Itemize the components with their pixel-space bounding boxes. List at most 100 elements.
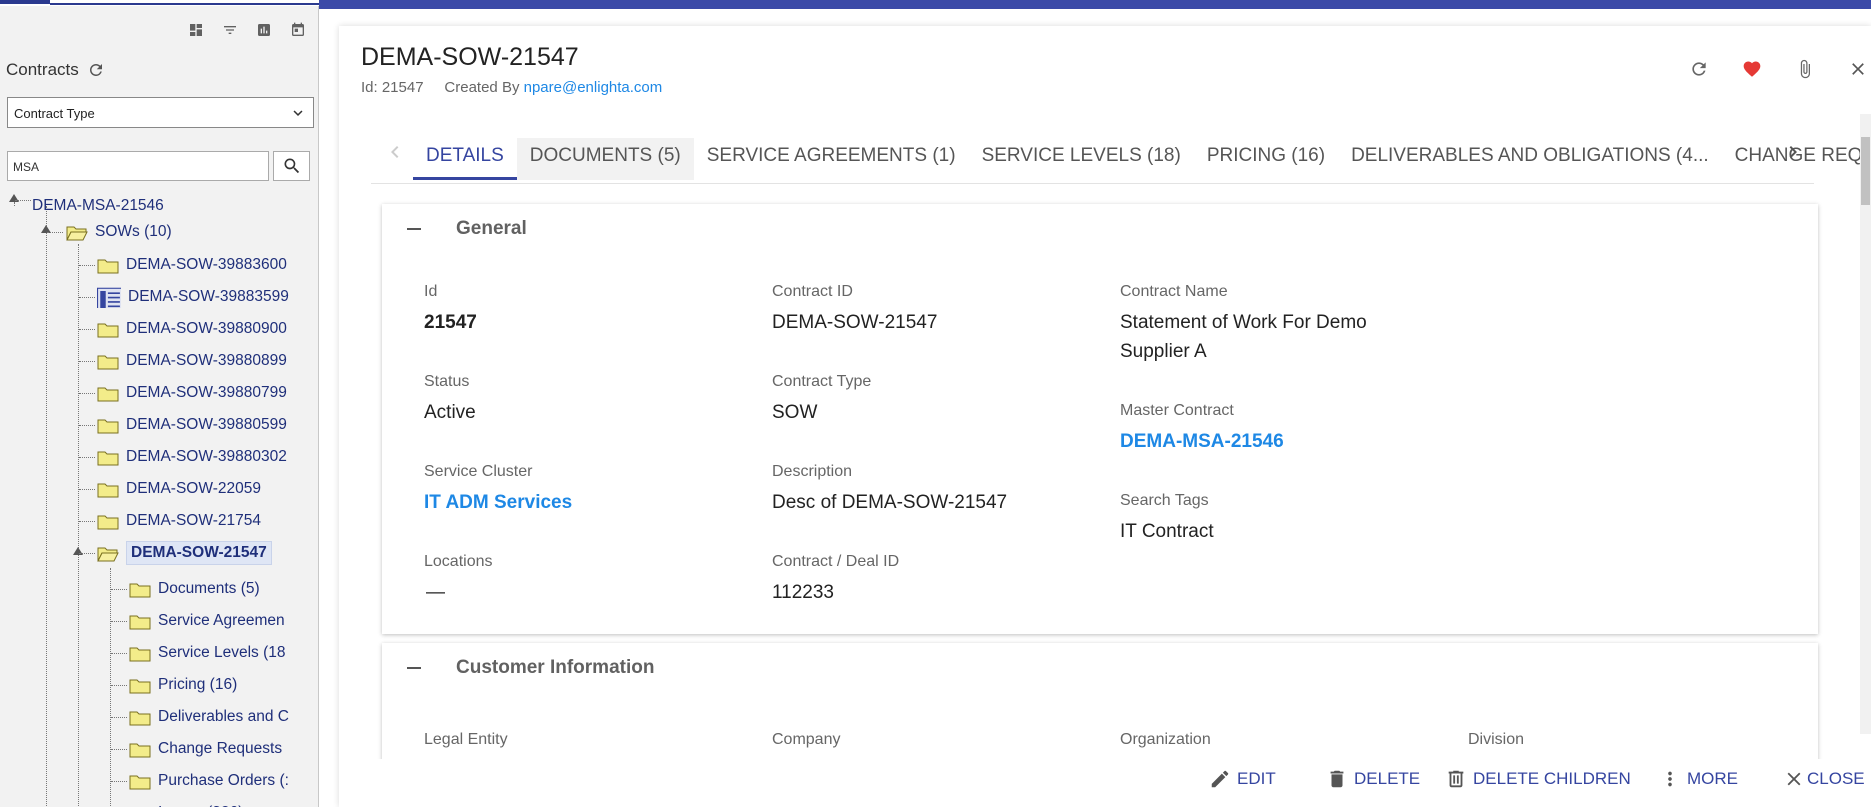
tree-node-sow[interactable]: DEMA-SOW-39883599 <box>97 285 289 309</box>
tree-node-child[interactable]: Issues (326) <box>129 801 243 807</box>
tree-node-sow[interactable]: DEMA-SOW-39880302 <box>97 445 287 469</box>
tree-node-label: DEMA-SOW-39880599 <box>126 416 287 433</box>
tree-node-label: Pricing (16) <box>158 676 238 693</box>
customer-section-header[interactable]: Customer Information <box>407 657 654 679</box>
calendar-icon[interactable] <box>288 20 308 40</box>
dashboard-icon[interactable] <box>186 20 206 40</box>
tab-details[interactable]: DETAILS <box>413 138 517 180</box>
tree-node-label: DEMA-SOW-21754 <box>126 512 261 529</box>
search-input[interactable]: MSA <box>7 151 269 181</box>
tree-node-label: DEMA-SOW-21547 <box>126 541 272 565</box>
collapse-icon[interactable] <box>407 228 421 230</box>
tab-service-levels[interactable]: SERVICE LEVELS (18) <box>969 138 1194 180</box>
tree-node-child[interactable]: Service Agreemen <box>129 609 285 633</box>
chart-icon[interactable] <box>254 20 274 40</box>
field-label: Company <box>772 731 841 748</box>
tree-node-root[interactable]: DEMA-MSA-21546 <box>32 194 164 218</box>
master-contract-link[interactable]: DEMA-MSA-21546 <box>1120 427 1284 456</box>
tab-service-agreements[interactable]: SERVICE AGREEMENTS (1) <box>694 138 969 180</box>
contracts-sidebar: Contracts Contract Type MSA DEMA-MSA-215… <box>0 6 319 807</box>
field-label: Legal Entity <box>424 731 508 748</box>
tree-node-sow[interactable]: DEMA-SOW-21754 <box>97 509 261 533</box>
content-scrollbar[interactable] <box>1860 114 1871 734</box>
search-icon <box>284 158 299 174</box>
contract-name-line: Statement of Work For Demo <box>1120 312 1367 333</box>
field-label: Service Cluster <box>424 463 533 480</box>
created-by-link[interactable]: npare@enlighta.com <box>524 79 663 96</box>
tree-node-label: Documents (5) <box>158 580 260 597</box>
more-vertical-icon <box>1668 771 1672 787</box>
favorite-heart-icon[interactable] <box>1739 56 1765 82</box>
delete-children-button[interactable]: DELETE CHILDREN <box>1445 768 1631 790</box>
contract-name-line: Supplier A <box>1120 341 1207 362</box>
field-label: Contract ID <box>772 283 853 300</box>
scrollbar-thumb[interactable] <box>1861 137 1870 205</box>
tree-node-label: DEMA-SOW-39880302 <box>126 448 287 465</box>
close-icon <box>1787 772 1801 786</box>
tree-node-label: Change Requests <box>158 740 283 757</box>
chevron-down-icon <box>293 110 303 116</box>
page-title: DEMA-SOW-21547 <box>361 43 579 71</box>
sidebar-title-text: Contracts <box>6 60 79 79</box>
tree-node-sows-folder[interactable]: SOWs (10) <box>66 220 172 244</box>
created-by-label: Created By <box>444 79 520 96</box>
refresh-icon[interactable] <box>1686 56 1712 82</box>
search-input-value: MSA <box>13 160 40 174</box>
tree-node-sow[interactable]: DEMA-SOW-22059 <box>97 477 261 501</box>
field-value-search-tags: IT Contract <box>1120 521 1214 542</box>
tree-node-label: DEMA-SOW-39880900 <box>126 320 287 337</box>
field-label: Division <box>1468 731 1525 748</box>
search-button[interactable] <box>273 151 310 181</box>
tab-pricing[interactable]: PRICING (16) <box>1194 138 1338 180</box>
sidebar-title: Contracts <box>6 60 105 80</box>
tree-node-label: Purchase Orders (: <box>158 772 289 789</box>
tree-node-child[interactable]: Documents (5) <box>129 577 260 601</box>
tab-scroll-right-icon[interactable] <box>1781 140 1805 164</box>
tree-node-child[interactable]: Service Levels (18 <box>129 641 286 665</box>
tree-node-child[interactable]: Pricing (16) <box>129 673 237 697</box>
field-value-description: Desc of DEMA-SOW-21547 <box>772 492 1008 513</box>
refresh-icon[interactable] <box>87 61 105 79</box>
tree-node-sow[interactable]: DEMA-SOW-21547 <box>97 541 272 565</box>
tree-node-sow[interactable]: DEMA-SOW-39880899 <box>97 349 287 373</box>
tab-documents[interactable]: DOCUMENTS (5) <box>516 138 694 180</box>
filter-icon[interactable] <box>220 20 240 40</box>
field-label: Contract Name <box>1120 283 1228 300</box>
customer-information-section: Customer Information Legal Entity Compan… <box>382 643 1818 773</box>
field-label: Status <box>424 373 470 390</box>
delete-button[interactable]: DELETE <box>1326 768 1420 790</box>
close-icon[interactable] <box>1845 56 1871 82</box>
close-button[interactable]: CLOSE <box>1783 768 1865 790</box>
field-label: Description <box>772 463 853 480</box>
collapse-icon[interactable] <box>407 667 421 669</box>
field-label: Master Contract <box>1120 402 1234 419</box>
tree-node-sow[interactable]: DEMA-SOW-39883600 <box>97 253 287 277</box>
tree-node-sow[interactable]: DEMA-SOW-39880900 <box>97 317 287 341</box>
field-value-status: Active <box>424 402 476 423</box>
tree-node-child[interactable]: Deliverables and C <box>129 705 289 729</box>
tree-node-child[interactable]: Change Requests <box>129 737 282 761</box>
tree-node-child[interactable]: Purchase Orders (: <box>129 769 289 793</box>
tab-deliverables-and-obligations[interactable]: DELIVERABLES AND OBLIGATIONS (4... <box>1338 138 1722 180</box>
tab-scroll-left-icon[interactable] <box>383 140 407 164</box>
contract-id-text: Id: 21547 <box>361 79 424 96</box>
tree-node-sow[interactable]: DEMA-SOW-39880799 <box>97 381 287 405</box>
attachment-icon[interactable] <box>1792 56 1818 82</box>
tree-node-label: DEMA-SOW-39883599 <box>128 288 289 305</box>
service-cluster-link[interactable]: IT ADM Services <box>424 488 572 517</box>
tree-node-sow[interactable]: DEMA-SOW-39880599 <box>97 413 287 437</box>
contract-type-select-label: Contract Type <box>14 106 95 121</box>
delete-children-label: DELETE CHILDREN <box>1473 769 1631 788</box>
tree-node-label: Deliverables and C <box>158 708 289 725</box>
tree-node-label: DEMA-SOW-39880899 <box>126 352 287 369</box>
edit-button[interactable]: EDIT <box>1209 768 1276 790</box>
delete-children-icon <box>1448 770 1464 788</box>
field-value-id: 21547 <box>424 312 477 333</box>
trash-icon <box>1330 770 1344 788</box>
field-value-contract-name: Statement of Work For Demo Supplier A <box>1120 308 1367 366</box>
general-section-header[interactable]: General <box>407 218 527 240</box>
section-heading: General <box>456 218 527 239</box>
more-button[interactable]: MORE <box>1659 768 1738 790</box>
contract-type-select[interactable]: Contract Type <box>7 97 314 128</box>
tree-node-label: DEMA-SOW-39880799 <box>126 384 287 401</box>
